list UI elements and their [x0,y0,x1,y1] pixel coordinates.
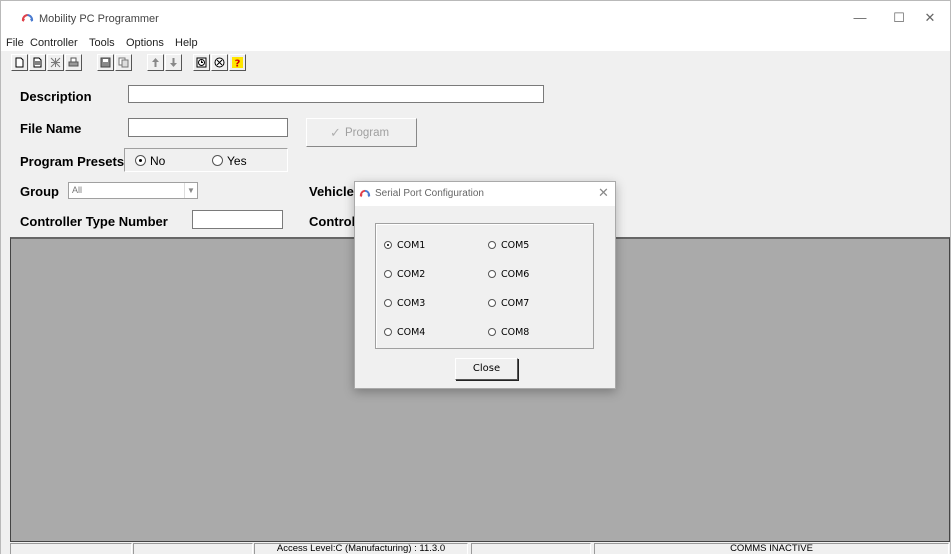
maximize-button[interactable]: ☐ [884,7,914,29]
app-logo-icon [359,189,371,198]
menu-options[interactable]: Options [126,37,164,49]
title-bar: Mobility PC Programmer — ☐ ✕ [1,1,950,33]
program-presets-group: No Yes [124,148,288,172]
radio-icon [384,270,392,278]
status-bar: Access Level:C (Manufacturing) : 11.3.0 … [1,542,950,554]
com5-radio[interactable]: COM5 [488,240,529,251]
toolbar: ? [1,51,950,76]
download-icon[interactable] [165,54,182,71]
com2-radio[interactable]: COM2 [384,269,425,280]
status-comms: COMMS INACTIVE [594,543,949,554]
radio-icon [488,328,496,336]
com4-label: COM4 [397,327,426,338]
com6-label: COM6 [501,269,530,280]
status-cell-4 [471,543,591,554]
serial-port-dialog: Serial Port Configuration ✕ COM1 COM2 CO… [354,181,616,389]
radio-icon [212,155,223,166]
group-select-value: All [72,185,83,195]
preset-no-radio[interactable]: No [135,154,165,168]
preset-no-label: No [150,154,166,168]
controller-type-field[interactable] [192,210,283,229]
group-label: Group [20,184,59,199]
status-access-level: Access Level:C (Manufacturing) : 11.3.0 [254,543,468,554]
com3-radio[interactable]: COM3 [384,298,425,309]
upload-icon[interactable] [147,54,164,71]
copy-icon[interactable] [115,54,132,71]
com7-label: COM7 [501,298,530,309]
save-icon[interactable] [97,54,114,71]
read-controller-icon[interactable] [47,54,64,71]
clock-icon[interactable] [193,54,210,71]
dialog-title: Serial Port Configuration [375,188,484,199]
world-icon[interactable] [211,54,228,71]
com7-radio[interactable]: COM7 [488,298,529,309]
com4-radio[interactable]: COM4 [384,327,425,338]
dialog-close-icon[interactable]: ✕ [598,185,609,201]
open-file-icon[interactable] [29,54,46,71]
window-title: Mobility PC Programmer [39,13,159,25]
file-name-label: File Name [20,121,82,136]
app-logo-icon [21,14,34,22]
radio-icon [384,299,392,307]
vehicle-label: Vehicle [309,184,354,199]
menu-controller[interactable]: Controller [30,37,78,49]
status-cell-2 [133,543,253,554]
com-port-group: COM1 COM2 COM3 COM4 COM5 COM6 COM7 COM8 [375,223,594,349]
radio-icon [488,241,496,249]
radio-selected-icon [135,155,146,166]
radio-icon [384,328,392,336]
help-icon[interactable]: ? [229,54,246,71]
file-name-field[interactable] [128,118,288,137]
program-button-label: Program [345,127,390,139]
close-window-button[interactable]: ✕ [915,7,945,29]
dialog-close-button[interactable]: Close [455,358,518,380]
menu-help[interactable]: Help [175,37,198,49]
com5-label: COM5 [501,240,530,251]
checkmark-icon: ✓ [330,125,341,140]
main-window: Mobility PC Programmer — ☐ ✕ File Contro… [0,0,951,554]
preset-yes-label: Yes [227,154,247,168]
radio-selected-icon [384,241,392,249]
description-field[interactable] [128,85,544,103]
status-cell-1 [10,543,132,554]
radio-icon [488,299,496,307]
print-icon[interactable] [65,54,82,71]
preset-yes-radio[interactable]: Yes [212,154,247,168]
menu-file[interactable]: File [6,37,24,49]
com8-label: COM8 [501,327,530,338]
program-presets-label: Program Presets [20,154,125,169]
menu-tools[interactable]: Tools [89,37,115,49]
minimize-button[interactable]: — [845,7,875,29]
new-file-icon[interactable] [11,54,28,71]
com8-radio[interactable]: COM8 [488,327,529,338]
com6-radio[interactable]: COM6 [488,269,529,280]
com1-label: COM1 [397,240,426,251]
svg-text:?: ? [235,59,241,69]
com3-label: COM3 [397,298,426,309]
com2-label: COM2 [397,269,426,280]
control-label: Control [309,214,356,229]
com1-radio[interactable]: COM1 [384,240,425,251]
program-button[interactable]: ✓ Program [306,118,417,147]
chevron-down-icon: ▼ [184,183,197,198]
dialog-title-bar: Serial Port Configuration ✕ [355,182,615,206]
controller-type-label: Controller Type Number [20,214,168,229]
group-select[interactable]: All ▼ [68,182,198,199]
menu-bar: File Controller Tools Options Help [1,33,950,51]
radio-icon [488,270,496,278]
description-label: Description [20,89,92,104]
